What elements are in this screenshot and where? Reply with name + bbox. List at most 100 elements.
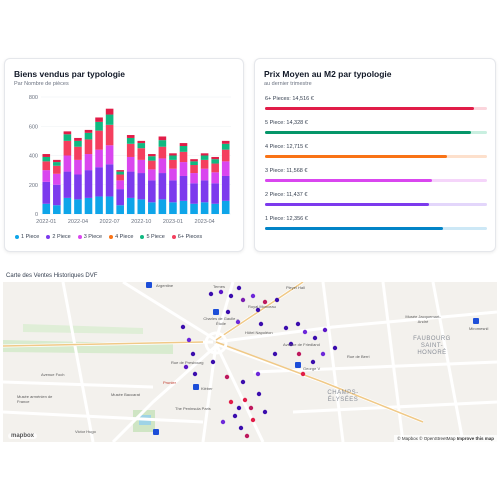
bar-segment	[53, 165, 61, 174]
legend-label: 5 Piece	[146, 234, 165, 240]
price-row-6-pieces: 6+ Pieces: 14,516 €	[265, 96, 487, 110]
price-label: 2 Piece: 11,437 €	[265, 192, 308, 198]
bar-segment	[221, 140, 230, 144]
bar-segment	[200, 155, 209, 160]
bar-segment	[179, 200, 188, 214]
legend-item-4-piece[interactable]: 4 Piece	[109, 234, 133, 240]
map-label-baccarat: Musée Baccarat	[111, 392, 140, 397]
x-tick-label: 2022-10	[131, 219, 151, 225]
price-track	[265, 107, 487, 110]
price-fill-bar	[265, 179, 432, 182]
bar-segment	[158, 199, 167, 214]
legend-swatch	[109, 235, 114, 239]
legend-swatch	[15, 235, 19, 239]
bar-segment	[200, 180, 209, 203]
bar-segment	[148, 202, 156, 214]
bar-segment	[95, 117, 103, 122]
price-label: 3 Piece: 11,568 €	[265, 168, 308, 174]
bar-segment	[137, 199, 146, 214]
bar-segment	[84, 139, 93, 155]
bar-segment	[105, 114, 114, 125]
price-row-4-piece: 4 Piece: 12,715 €	[265, 144, 487, 158]
bar-segment	[190, 173, 198, 184]
bar-segment	[42, 170, 51, 182]
price-track	[265, 179, 487, 182]
x-tick-label: 2022-01	[36, 219, 56, 225]
bar-segment	[116, 174, 124, 181]
price-label: 1 Piece: 12,356 €	[265, 216, 308, 222]
bar-segment	[74, 199, 82, 214]
bar-segment	[137, 143, 146, 149]
legend-item-1-piece[interactable]: 1 Piece	[15, 234, 39, 240]
bar-segment	[158, 140, 167, 147]
bar-segment	[221, 161, 230, 176]
bar-segment	[116, 170, 124, 172]
bar-segment	[158, 146, 167, 159]
bar-segment	[200, 159, 209, 169]
map-label-royal-monceau: Royal Monceau	[248, 304, 276, 309]
bar-segment	[179, 162, 188, 176]
map-label-argentine: Argentine	[156, 283, 174, 288]
bar-segment	[116, 180, 124, 190]
card-subtitle: au dernier trimestre	[264, 81, 312, 87]
legend-swatch	[140, 235, 145, 239]
bar-segment	[63, 197, 72, 214]
sales-map[interactable]: Argentine Charles de Gaulle – Étoile Hôt…	[3, 282, 497, 442]
price-row-3-piece: 3 Piece: 11,568 €	[265, 168, 487, 182]
map-label-victor-hugo: Victor Hugo	[75, 429, 96, 434]
map-label-faubourg: FAUBOURG SAINT-HONORÉ	[413, 336, 451, 356]
bar-segment	[137, 140, 146, 144]
legend-label: 3 Piece	[83, 234, 103, 240]
bar-segment	[74, 159, 82, 175]
bar-segment	[116, 171, 124, 175]
mapbox-logo[interactable]: mapbox	[8, 433, 38, 439]
bar-segment	[200, 168, 209, 181]
legend-item-6-pieces[interactable]: 6+ Pieces	[171, 234, 203, 240]
price-fill-bar	[265, 203, 430, 206]
x-tick-label: 2022-07	[100, 219, 120, 225]
bar-segment	[158, 173, 167, 200]
x-tick-label: 2023-04	[195, 219, 215, 225]
y-tick-label: 400	[29, 154, 38, 160]
legend-swatch	[171, 235, 176, 239]
y-tick-label: 200	[29, 183, 38, 189]
bar-segment	[211, 172, 219, 184]
bar-segment	[169, 155, 177, 160]
bar-segment	[84, 154, 93, 171]
bar-segment	[190, 165, 198, 174]
price-track	[265, 155, 487, 158]
bar-segment	[63, 131, 72, 135]
map-label-peninsula: The Peninsula Paris	[175, 406, 211, 411]
chart-legend: 1 Piece 2 Piece 3 Piece 4 Piece 5 Piece …	[15, 234, 202, 240]
price-row-2-piece: 2 Piece: 11,437 €	[265, 192, 487, 206]
map-label-kleber: Kléber	[201, 386, 213, 391]
units-sold-card: Biens vendus par typologie Par Nombre de…	[4, 58, 244, 252]
bar-segment	[211, 156, 219, 160]
bar-segment	[137, 173, 146, 200]
attribution-mapbox-link[interactable]: © Mapbox	[397, 436, 418, 441]
bar-segment	[53, 184, 61, 206]
bar-segment	[179, 151, 188, 163]
bar-segment	[53, 173, 61, 185]
bar-segment	[84, 132, 93, 140]
stacked-bar-chart: 0 200 400 600 800 2022-01 2022-04 2022-07 2022-1…	[29, 95, 231, 225]
map-label-avenue-foch: Avenue Foch	[41, 372, 65, 377]
bar-segment	[211, 183, 219, 204]
map-label-jacquemart: Musée Jacquemart-André	[405, 314, 441, 324]
bar-segment	[42, 203, 51, 214]
improve-map-link[interactable]: Improve this map	[457, 436, 494, 441]
bar-segment	[148, 160, 156, 170]
legend-item-5-piece[interactable]: 5 Piece	[140, 234, 165, 240]
bar-segment	[105, 164, 114, 197]
bar-segment	[116, 189, 124, 206]
legend-label: 6+ Pieces	[177, 234, 203, 240]
bar-segment	[63, 171, 72, 198]
bar-segment	[105, 124, 114, 146]
attribution-osm-link[interactable]: © OpenStreetMap	[419, 436, 455, 441]
legend-item-2-piece[interactable]: 2 Piece	[46, 234, 71, 240]
bar-segment	[190, 159, 198, 162]
legend-item-3-piece[interactable]: 3 Piece	[77, 234, 103, 240]
map-label-presbourg: Rue de Presbourg	[171, 360, 204, 365]
y-tick-label: 600	[29, 124, 38, 130]
bar-segment	[105, 145, 114, 165]
